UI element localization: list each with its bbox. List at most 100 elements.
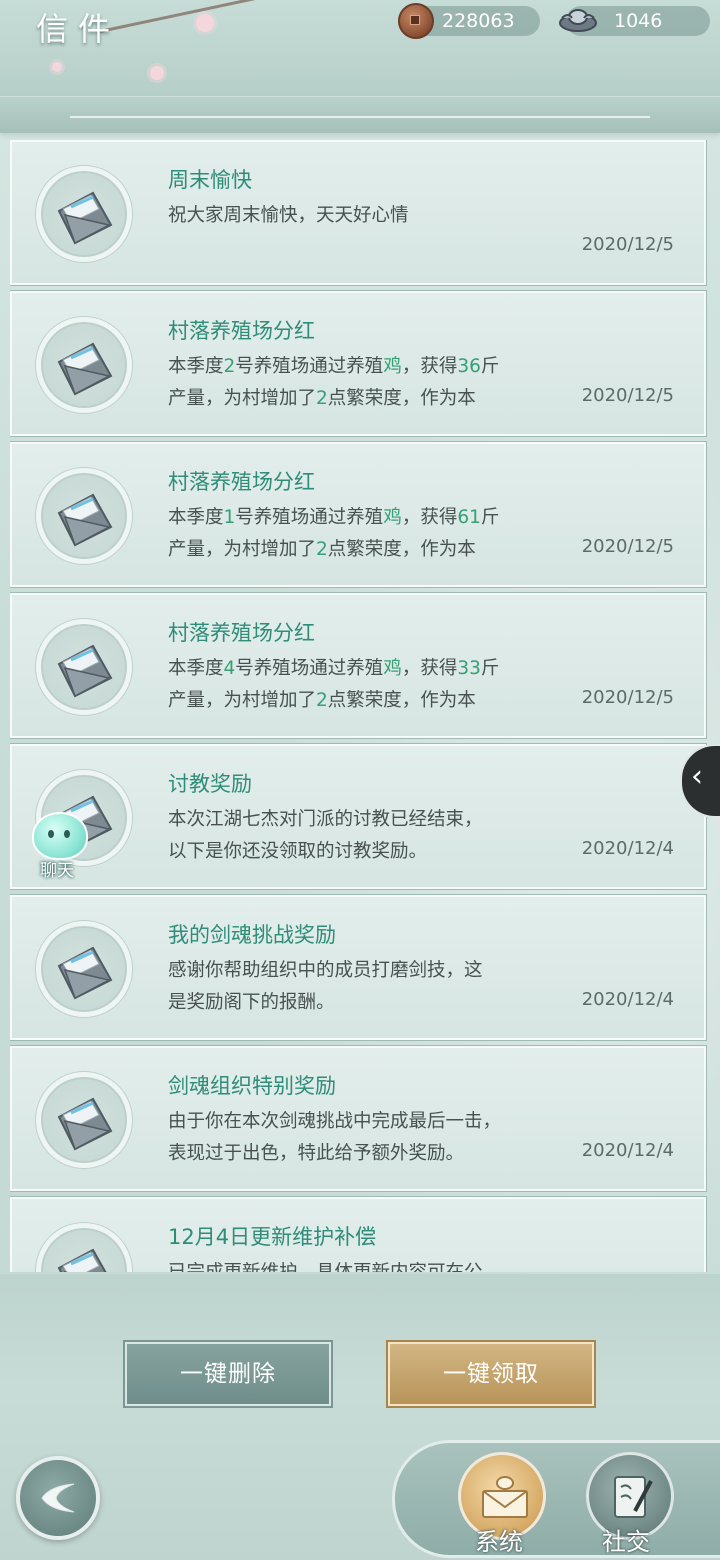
mail-text: 感谢你帮助组织中的成员打磨剑技，这 是奖励阁下的报酬。 bbox=[168, 960, 483, 1013]
page-title: 信件 bbox=[36, 10, 121, 48]
mail-highlight-text: 36 bbox=[457, 356, 481, 377]
mail-item[interactable]: 剑魂组织特别奖励由于你在本次剑魂挑战中完成最后一击， 表现过于出色，特此给予额外… bbox=[10, 1045, 707, 1192]
mail-highlight-text: 鸡 bbox=[383, 658, 402, 679]
plum-blossom-icon bbox=[196, 14, 214, 32]
mail-date: 2020/12/4 bbox=[581, 1140, 674, 1161]
mail-date: 2020/12/5 bbox=[581, 234, 674, 255]
mail-date: 2020/12/4 bbox=[581, 989, 674, 1010]
mail-item[interactable]: 村落养殖场分红本季度4号养殖场通过养殖鸡，获得33斤 产量，为村增加了2点繁荣度… bbox=[10, 592, 707, 739]
mail-date: 2020/12/5 bbox=[581, 385, 674, 406]
mail-item[interactable]: 讨教奖励本次江湖七杰对门派的讨教已经结束， 以下是你还没领取的讨教奖励。 2020… bbox=[10, 743, 707, 890]
mail-text: ，获得 bbox=[401, 356, 458, 377]
mail-text: 点繁荣度，作为本 bbox=[327, 539, 476, 560]
claim-all-button[interactable]: 一键领取 bbox=[386, 1340, 596, 1408]
envelope-icon bbox=[57, 1248, 107, 1272]
mail-highlight-text: 4 bbox=[223, 658, 236, 679]
mail-preview: 本次江湖七杰对门派的讨教已经结束， 以下是你还没领取的讨教奖励。 bbox=[168, 804, 558, 868]
mail-text: 本次江湖七杰对门派的讨教已经结束， 以下是你还没领取的讨教奖励。 bbox=[168, 809, 483, 862]
chevron-left-icon: ‹ bbox=[691, 759, 703, 794]
tab-social-label: 社交 bbox=[602, 1528, 650, 1556]
mail-title: 村落养殖场分红 bbox=[168, 319, 315, 343]
mail-title: 周末愉快 bbox=[168, 168, 252, 192]
mail-text: 已完成更新维护，具体更新内容可在公 bbox=[168, 1262, 483, 1272]
mail-date: 2020/12/5 bbox=[581, 687, 674, 708]
mail-envelope-badge bbox=[36, 317, 132, 413]
mail-text: 本季度 bbox=[168, 507, 224, 528]
mail-highlight-text: 61 bbox=[457, 507, 481, 528]
mail-title: 村落养殖场分红 bbox=[168, 470, 315, 494]
mail-preview: 已完成更新维护，具体更新内容可在公 bbox=[168, 1257, 558, 1272]
plum-blossom-icon bbox=[52, 62, 62, 72]
plum-branch-decoration bbox=[99, 0, 257, 33]
chat-label: 聊天 bbox=[40, 861, 74, 881]
mail-text: 号养殖场通过养殖 bbox=[235, 356, 384, 377]
silver-amount: 1046 bbox=[614, 10, 663, 32]
mail-text: ，获得 bbox=[401, 658, 458, 679]
envelope-icon bbox=[57, 946, 113, 1000]
mail-text: 号养殖场通过养殖 bbox=[235, 507, 384, 528]
mail-highlight-text: 1 bbox=[223, 507, 236, 528]
chat-mascot-icon bbox=[32, 812, 88, 860]
mail-title: 讨教奖励 bbox=[168, 772, 252, 796]
mail-envelope-badge bbox=[36, 619, 132, 715]
mail-date: 2020/12/4 bbox=[581, 838, 674, 859]
mail-envelope-badge bbox=[36, 921, 132, 1017]
mail-highlight-text: 2 bbox=[316, 539, 328, 560]
mail-preview: 由于你在本次剑魂挑战中完成最后一击， 表现过于出色，特此给予额外奖励。 bbox=[168, 1106, 558, 1170]
mail-text: 祝大家周末愉快，天天好心情 bbox=[168, 205, 409, 226]
plum-blossom-icon bbox=[150, 66, 164, 80]
back-button[interactable] bbox=[16, 1456, 100, 1540]
mail-item[interactable]: 村落养殖场分红本季度2号养殖场通过养殖鸡，获得36斤 产量，为村增加了2点繁荣度… bbox=[10, 290, 707, 437]
mail-date: 2020/12/5 bbox=[581, 536, 674, 557]
copper-coin-icon bbox=[398, 3, 434, 39]
mail-title: 12月4日更新维护补偿 bbox=[168, 1225, 377, 1249]
header-band bbox=[0, 96, 720, 133]
mail-bird-icon bbox=[482, 1476, 528, 1518]
copper-currency[interactable]: 228063 bbox=[398, 3, 540, 39]
mail-text: 本季度 bbox=[168, 658, 224, 679]
envelope-icon bbox=[57, 191, 113, 245]
mail-title: 我的剑魂挑战奖励 bbox=[168, 923, 336, 947]
mail-item[interactable]: 周末愉快祝大家周末愉快，天天好心情 2020/12/5 bbox=[10, 140, 707, 286]
mail-item[interactable]: 12月4日更新维护补偿已完成更新维护，具体更新内容可在公 bbox=[10, 1196, 707, 1272]
mail-text: 本季度 bbox=[168, 356, 224, 377]
mail-title: 剑魂组织特别奖励 bbox=[168, 1074, 336, 1098]
mail-item[interactable]: 我的剑魂挑战奖励感谢你帮助组织中的成员打磨剑技，这 是奖励阁下的报酬。 2020/… bbox=[10, 894, 707, 1041]
mail-preview: 本季度4号养殖场通过养殖鸡，获得33斤 产量，为村增加了2点繁荣度，作为本 bbox=[168, 653, 558, 717]
mail-preview: 本季度2号养殖场通过养殖鸡，获得36斤 产量，为村增加了2点繁荣度，作为本 bbox=[168, 351, 558, 415]
mail-highlight-text: 鸡 bbox=[383, 356, 402, 377]
mail-envelope-badge bbox=[36, 468, 132, 564]
mail-preview: 祝大家周末愉快，天天好心情 bbox=[168, 200, 558, 232]
mail-highlight-text: 2 bbox=[223, 356, 236, 377]
mail-highlight-text: 33 bbox=[457, 658, 481, 679]
mail-preview: 本季度1号养殖场通过养殖鸡，获得61斤 产量，为村增加了2点繁荣度，作为本 bbox=[168, 502, 558, 566]
mail-text: 点繁荣度，作为本 bbox=[327, 690, 476, 711]
tab-system-label: 系统 bbox=[475, 1528, 523, 1556]
envelope-icon bbox=[57, 342, 113, 396]
mail-text: 点繁荣度，作为本 bbox=[327, 388, 476, 409]
mail-highlight-text: 鸡 bbox=[383, 507, 402, 528]
mail-envelope-badge bbox=[36, 1223, 132, 1272]
copper-amount: 228063 bbox=[442, 10, 515, 32]
brush-scroll-icon bbox=[614, 1476, 653, 1518]
silver-ingot-icon bbox=[559, 9, 597, 32]
back-arrow-icon bbox=[41, 1483, 75, 1513]
mail-text: 号养殖场通过养殖 bbox=[235, 658, 384, 679]
delete-all-button[interactable]: 一键删除 bbox=[123, 1340, 333, 1408]
header-divider bbox=[70, 116, 650, 118]
mail-item[interactable]: 村落养殖场分红本季度1号养殖场通过养殖鸡，获得61斤 产量，为村增加了2点繁荣度… bbox=[10, 441, 707, 588]
mail-highlight-text: 2 bbox=[316, 388, 328, 409]
envelope-icon bbox=[57, 493, 113, 547]
mail-preview: 感谢你帮助组织中的成员打磨剑技，这 是奖励阁下的报酬。 bbox=[168, 955, 558, 1019]
silver-currency[interactable]: 1046 bbox=[559, 6, 710, 36]
mail-text: 由于你在本次剑魂挑战中完成最后一击， 表现过于出色，特此给予额外奖励。 bbox=[168, 1111, 502, 1164]
envelope-icon bbox=[57, 644, 113, 698]
mail-envelope-badge bbox=[36, 166, 132, 262]
header-bar: 信件 228063 1046 bbox=[0, 0, 720, 133]
mail-envelope-badge bbox=[36, 1072, 132, 1168]
mail-highlight-text: 2 bbox=[316, 690, 328, 711]
mail-list[interactable]: 周末愉快 祝大家周末愉快，天天好心情 2020/12/5 村落养殖场分红 本季度2号养殖… bbox=[10, 140, 708, 1272]
mail-title: 村落养殖场分红 bbox=[168, 621, 315, 645]
envelope-icon bbox=[57, 1097, 113, 1151]
chat-button[interactable]: 聊天 bbox=[26, 812, 90, 881]
